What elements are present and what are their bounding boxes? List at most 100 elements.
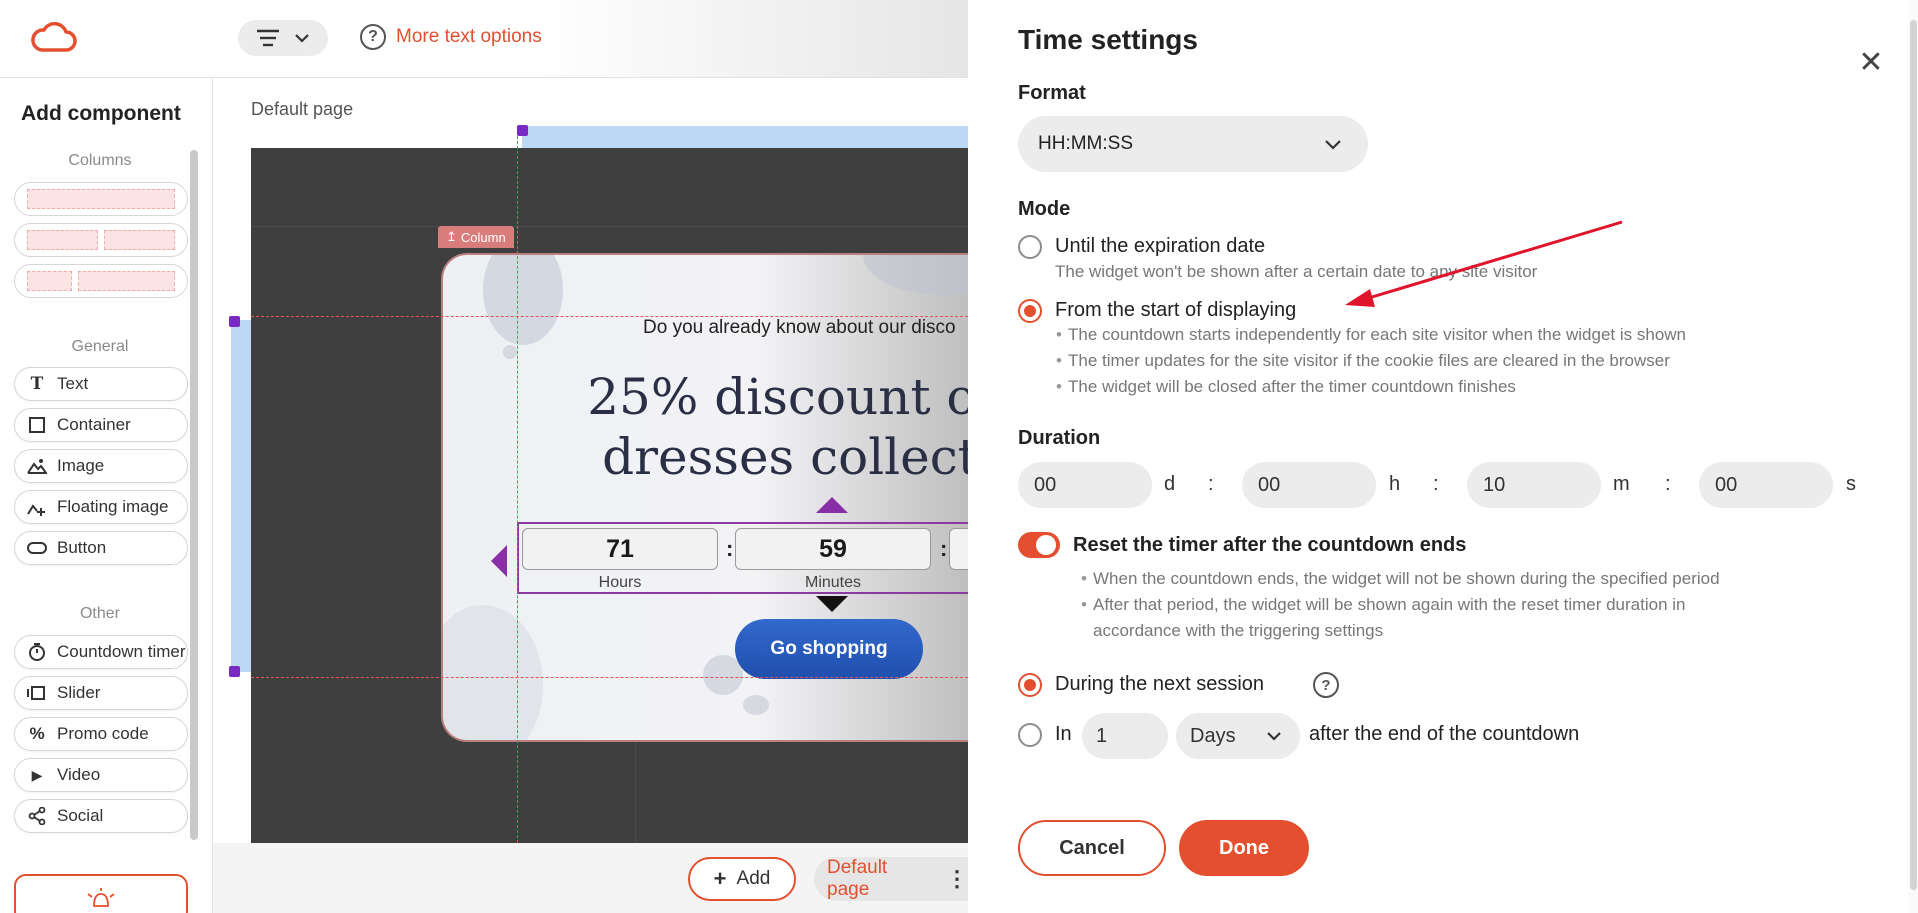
seconds-unit: s (1846, 473, 1856, 495)
column-cell (27, 189, 175, 209)
sidebar-scrollbar[interactable] (190, 150, 198, 840)
percent-icon: % (29, 724, 45, 743)
narrow-wide-column-layout[interactable] (14, 264, 188, 298)
component-label: Button (57, 538, 107, 557)
column-cell (27, 271, 72, 291)
component-label: Countdown timer (57, 642, 186, 661)
reset-bullet: When the countdown ends, the widget will… (1081, 569, 1720, 589)
move-left-arrow-icon[interactable] (491, 545, 507, 577)
image-icon (27, 456, 47, 476)
add-countdown-timer-component[interactable]: Countdown timer (14, 635, 188, 669)
popup-widget[interactable]: Do you already know about our disco 25% … (441, 253, 968, 742)
close-icon[interactable]: ✕ (1856, 48, 1886, 78)
add-button-component[interactable]: Button (14, 531, 188, 565)
add-slider-component[interactable]: Slider (14, 676, 188, 710)
widget-title[interactable]: 25% discount on dresses collecti (443, 367, 968, 487)
reset-in-suffix: after the end of the countdown (1309, 723, 1580, 745)
column-cell (104, 230, 175, 250)
countdown-hours-value: 71 (522, 528, 718, 570)
minutes-unit: m (1613, 473, 1630, 495)
column-tag[interactable]: ↥ Column (438, 226, 514, 248)
panel-scrollbar[interactable] (1908, 0, 1918, 913)
duration-separator: : (1433, 473, 1439, 495)
add-page-button[interactable]: + Add (688, 857, 796, 901)
countdown-hours-label: Hours (598, 574, 642, 591)
days-unit: d (1164, 473, 1176, 495)
top-toolbar: ? More text options (0, 0, 968, 78)
component-label: Slider (57, 683, 101, 702)
duration-days-input[interactable]: 00 (1018, 462, 1152, 508)
reset-timer-toggle[interactable] (1018, 532, 1060, 558)
add-container-component[interactable]: Container (14, 408, 188, 442)
help-icon[interactable]: ? (1313, 672, 1339, 698)
duration-separator: : (1208, 473, 1214, 495)
add-floating-image-component[interactable]: Floating image (14, 490, 188, 524)
format-label: Format (1018, 82, 1086, 104)
cloud-logo-icon[interactable] (28, 22, 78, 54)
go-shopping-button[interactable]: Go shopping (735, 619, 923, 679)
reset-in-prefix: In (1055, 723, 1072, 745)
mode-start-label[interactable]: From the start of displaying (1055, 299, 1296, 322)
column-cell (27, 230, 98, 250)
add-image-component[interactable]: Image (14, 449, 188, 483)
countdown-separator: : (940, 536, 948, 561)
text-icon: T (30, 374, 44, 394)
more-text-options-link[interactable]: ? More text options (360, 24, 542, 50)
two-column-layout[interactable] (14, 223, 188, 257)
guide-line (251, 316, 968, 317)
countdown-timer[interactable]: 71 Hours : 59 Minutes : (517, 522, 968, 594)
move-up-arrow-icon[interactable] (816, 497, 848, 513)
move-down-arrow-icon[interactable] (816, 596, 848, 612)
resize-bar-top[interactable] (522, 126, 968, 148)
mode-start-bullet: The timer updates for the site visitor i… (1056, 351, 1670, 371)
more-text-options-label: More text options (396, 26, 542, 47)
component-label: Container (57, 415, 131, 434)
more-vertical-icon[interactable]: ⋮ (946, 866, 968, 892)
default-page-tab[interactable]: Default page ⋮ (814, 857, 968, 901)
add-text-component[interactable]: T Text (14, 367, 188, 401)
guide-line (251, 677, 968, 678)
mode-start-radio[interactable] (1018, 299, 1042, 323)
time-settings-panel: Time settings ✕ Format HH:MM:SS Mode Unt… (968, 0, 1918, 913)
widget-subtitle[interactable]: Do you already know about our disco (643, 317, 956, 339)
next-session-radio[interactable] (1018, 673, 1042, 697)
reset-timer-label[interactable]: Reset the timer after the countdown ends (1073, 534, 1466, 557)
one-column-layout[interactable] (14, 182, 188, 216)
reset-in-amount-input[interactable]: 1 (1082, 713, 1168, 759)
next-session-label[interactable]: During the next session (1055, 673, 1264, 696)
reset-in-unit-select[interactable]: Days (1176, 713, 1300, 759)
format-select[interactable]: HH:MM:SS (1018, 116, 1368, 172)
section-general: General (71, 338, 129, 355)
resize-handle[interactable] (517, 125, 528, 136)
section-columns: Columns (68, 152, 132, 169)
duration-separator: : (1665, 473, 1671, 495)
decor-dot (503, 345, 517, 359)
panel-title: Time settings (1018, 24, 1198, 55)
mode-label: Mode (1018, 198, 1071, 220)
mode-expiration-label[interactable]: Until the expiration date (1055, 235, 1265, 258)
duration-hours-input[interactable]: 00 (1242, 462, 1376, 508)
decor-dot (743, 695, 769, 715)
countdown-seconds-value (949, 528, 968, 570)
duration-minutes-input[interactable]: 10 (1467, 462, 1601, 508)
cancel-button[interactable]: Cancel (1018, 820, 1166, 876)
widget-title-line: 25% discount on (587, 368, 968, 426)
countdown-minutes-value: 59 (735, 528, 931, 570)
add-promo-code-component[interactable]: % Promo code (14, 717, 188, 751)
scroll-thumb[interactable] (1910, 20, 1917, 890)
reset-in-radio[interactable] (1018, 723, 1042, 747)
chevron-down-icon (1267, 732, 1281, 741)
mode-expiration-radio[interactable] (1018, 235, 1042, 259)
slider-icon (27, 683, 47, 703)
resize-handle[interactable] (229, 316, 240, 327)
add-video-component[interactable]: ▶ Video (14, 758, 188, 792)
resize-bar-left[interactable] (231, 320, 251, 672)
button-icon (27, 538, 47, 558)
column-cell (77, 271, 175, 291)
alert-component-button[interactable] (14, 874, 188, 913)
done-button[interactable]: Done (1179, 820, 1309, 876)
resize-handle[interactable] (229, 666, 240, 677)
duration-seconds-input[interactable]: 00 (1699, 462, 1833, 508)
text-align-dropdown[interactable] (238, 20, 328, 56)
add-social-component[interactable]: Social (14, 799, 188, 833)
